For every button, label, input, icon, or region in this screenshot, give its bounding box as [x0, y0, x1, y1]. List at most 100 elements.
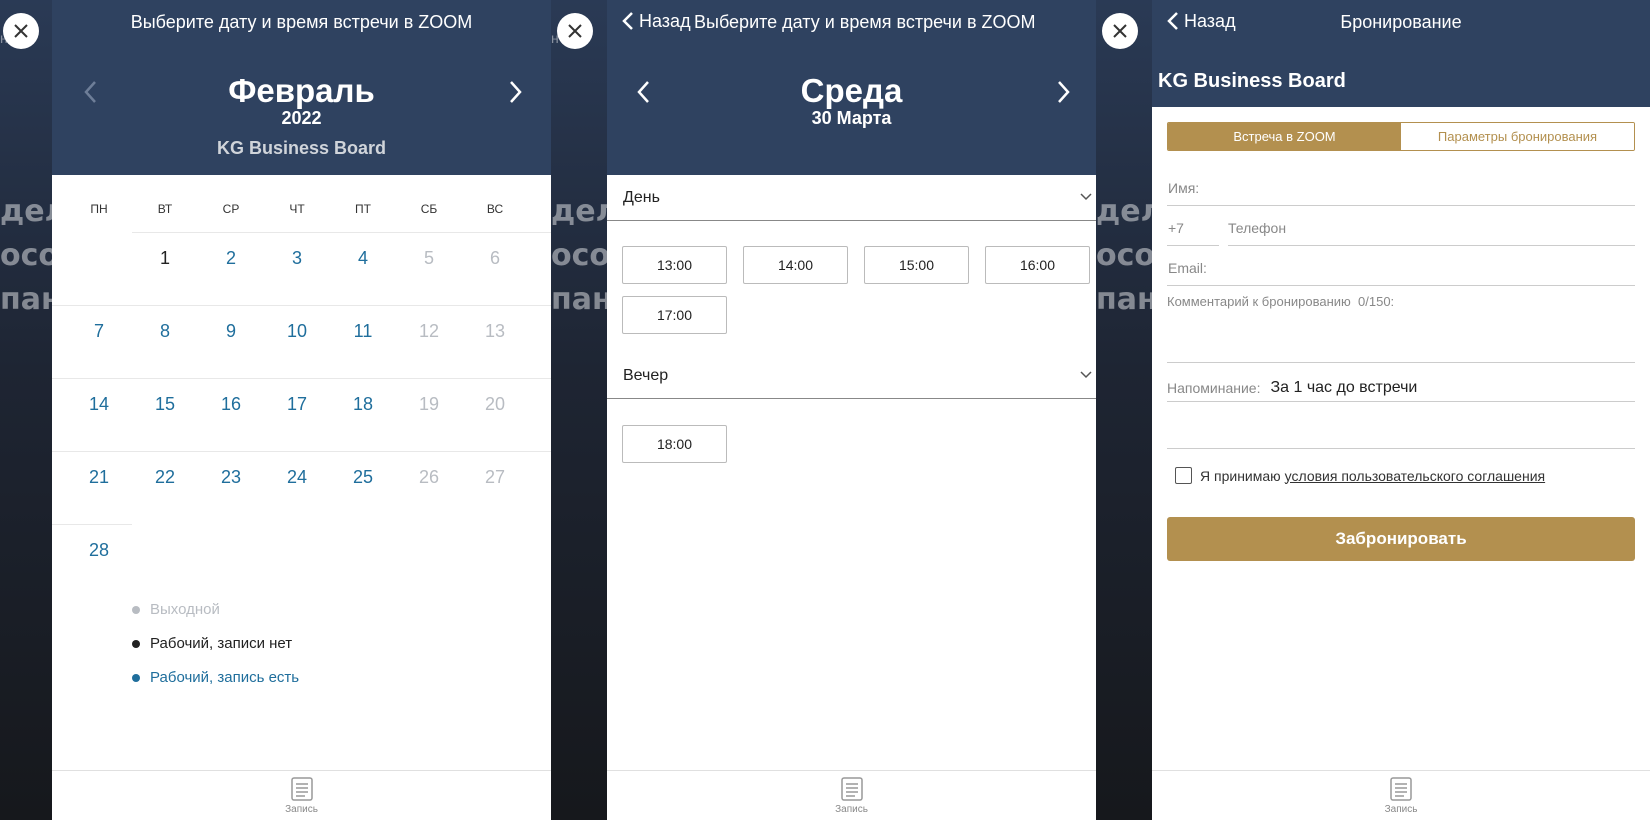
page-title: Выберите дату и время встречи в ZOOM — [130, 12, 473, 32]
time-slot[interactable]: 16:00 — [985, 246, 1090, 284]
back-button[interactable]: Назад — [621, 10, 691, 32]
background-text-left: делеособпан — [0, 194, 52, 317]
journal-icon[interactable] — [1388, 776, 1414, 802]
agreement-text: Я принимаю — [1200, 467, 1281, 484]
time-slot[interactable]: 13:00 — [622, 246, 727, 284]
close-icon — [14, 24, 28, 38]
legend-label: Рабочий, запись есть — [150, 669, 300, 686]
name-field[interactable]: Имя: — [1167, 172, 1635, 206]
calendar-day[interactable]: 23 — [198, 467, 264, 488]
tab-label: Запись — [1384, 804, 1418, 815]
calendar-day[interactable]: 2 — [198, 248, 264, 269]
calendar-day[interactable]: 1 — [132, 248, 198, 269]
calendar-day[interactable]: 4 — [330, 248, 396, 269]
close-button-1[interactable] — [3, 13, 39, 49]
tab-label: Запись — [285, 804, 318, 815]
calendar-day[interactable]: 15 — [132, 394, 198, 415]
calendar-day: 20 — [484, 394, 506, 414]
reminder-field[interactable]: Напоминание: За 1 час до встречи — [1167, 368, 1635, 402]
time-slot[interactable]: 15:00 — [864, 246, 969, 284]
weekday-header: ВТ — [157, 202, 173, 216]
calendar-day: 5 — [423, 248, 434, 268]
weekday-label: Среда — [800, 72, 903, 109]
book-button[interactable]: Забронировать — [1167, 517, 1635, 561]
comment-field[interactable]: Комментарий к бронированию 0/150: — [1167, 292, 1635, 363]
calendar-header: Выберите дату и время встречи в ZOOM Фев… — [52, 0, 551, 175]
back-label: Назад — [639, 10, 691, 31]
tab-label: Запись — [835, 804, 868, 815]
chevron-down-icon — [1080, 371, 1092, 379]
calendar-day[interactable]: 10 — [264, 321, 330, 342]
close-button-3[interactable] — [1102, 13, 1138, 49]
chevron-down-icon — [1080, 193, 1092, 201]
page-title: Бронирование — [1340, 12, 1462, 32]
calendar-day: 27 — [484, 467, 506, 487]
calendar-day[interactable]: 14 — [66, 394, 132, 415]
section-day[interactable]: День — [607, 175, 1096, 221]
calendar-day[interactable]: 3 — [264, 248, 330, 269]
journal-icon[interactable] — [839, 776, 865, 802]
calendar-day: 6 — [489, 248, 500, 268]
weekday-header: ВС — [486, 202, 504, 216]
email-field[interactable]: Email: — [1167, 252, 1635, 286]
weekday-header: ЧТ — [289, 202, 305, 216]
journal-icon[interactable] — [289, 776, 315, 802]
chevron-left-icon — [622, 12, 633, 30]
close-icon — [1113, 24, 1127, 38]
calendar-day[interactable]: 16 — [198, 394, 264, 415]
divider — [52, 451, 551, 452]
legend-label: Рабочий, записи нет — [150, 635, 293, 652]
calendar-day: 13 — [484, 321, 506, 341]
month-label: Февраль — [228, 72, 375, 109]
calendar-day[interactable]: 28 — [66, 540, 132, 561]
tab-zoom-meeting[interactable]: Встреча в ZOOM — [1168, 123, 1401, 150]
booking-tabs: Встреча в ZOOM Параметры бронирования — [1167, 122, 1635, 151]
background-text-right: делеособпан — [1096, 194, 1152, 317]
empty-field[interactable] — [1167, 405, 1635, 449]
calendar-day[interactable]: 17 — [264, 394, 330, 415]
agreement-checkbox[interactable] — [1175, 467, 1192, 484]
calendar-panel: Выберите дату и время встречи в ZOOM Фев… — [52, 0, 551, 820]
calendar-day[interactable]: 25 — [330, 467, 396, 488]
calendar-day[interactable]: 11 — [330, 321, 396, 342]
agreement-row: Я принимаю условия пользовательского сог… — [1175, 467, 1545, 484]
agreement-link[interactable]: условия пользовательского соглашения — [1285, 468, 1545, 484]
phone-prefix: +7 — [1167, 212, 1219, 246]
calendar-day[interactable]: 18 — [330, 394, 396, 415]
time-slot[interactable]: 18:00 — [622, 425, 727, 463]
time-panel: Назад Выберите дату и время встречи в ZO… — [607, 0, 1096, 820]
calendar-day: 12 — [418, 321, 440, 341]
background-text-middle: делеособпан — [551, 194, 607, 317]
legend-item: Рабочий, записи нет — [132, 635, 292, 652]
close-icon — [568, 24, 582, 38]
phone-field[interactable]: Телефон — [1228, 212, 1635, 246]
calendar-day[interactable]: 9 — [198, 321, 264, 342]
weekday-header: СР — [222, 202, 240, 216]
calendar-day[interactable]: 22 — [132, 467, 198, 488]
org-name: KG Business Board — [216, 138, 387, 158]
year-label: 2022 — [281, 108, 322, 128]
section-evening[interactable]: Вечер — [607, 353, 1096, 399]
comment-label: Комментарий к бронированию — [1167, 294, 1351, 309]
bottom-tab-bar: Запись — [607, 770, 1096, 820]
legend-label: Выходной — [150, 601, 220, 618]
calendar-day[interactable]: 7 — [66, 321, 132, 342]
calendar-day[interactable]: 8 — [132, 321, 198, 342]
reminder-value: За 1 час до встречи — [1270, 378, 1418, 396]
calendar-day: 26 — [418, 467, 440, 487]
booking-header: Назад Бронирование KG Business Board — [1152, 0, 1650, 107]
tab-booking-params[interactable]: Параметры бронирования — [1401, 123, 1634, 150]
close-button-2[interactable] — [557, 13, 593, 49]
time-slot[interactable]: 14:00 — [743, 246, 848, 284]
calendar-day: 19 — [418, 394, 440, 414]
calendar-day[interactable]: 21 — [66, 467, 132, 488]
legend-dot — [132, 673, 140, 682]
reminder-label: Напоминание: — [1167, 379, 1261, 396]
legend-item: Выходной — [132, 601, 220, 618]
calendar-day[interactable]: 24 — [264, 467, 330, 488]
divider — [52, 524, 132, 525]
time-slot[interactable]: 17:00 — [622, 296, 727, 334]
weekday-header: ПТ — [355, 202, 371, 216]
bottom-tab-bar: Запись — [1152, 770, 1650, 820]
weekday-header: ПН — [90, 202, 108, 216]
